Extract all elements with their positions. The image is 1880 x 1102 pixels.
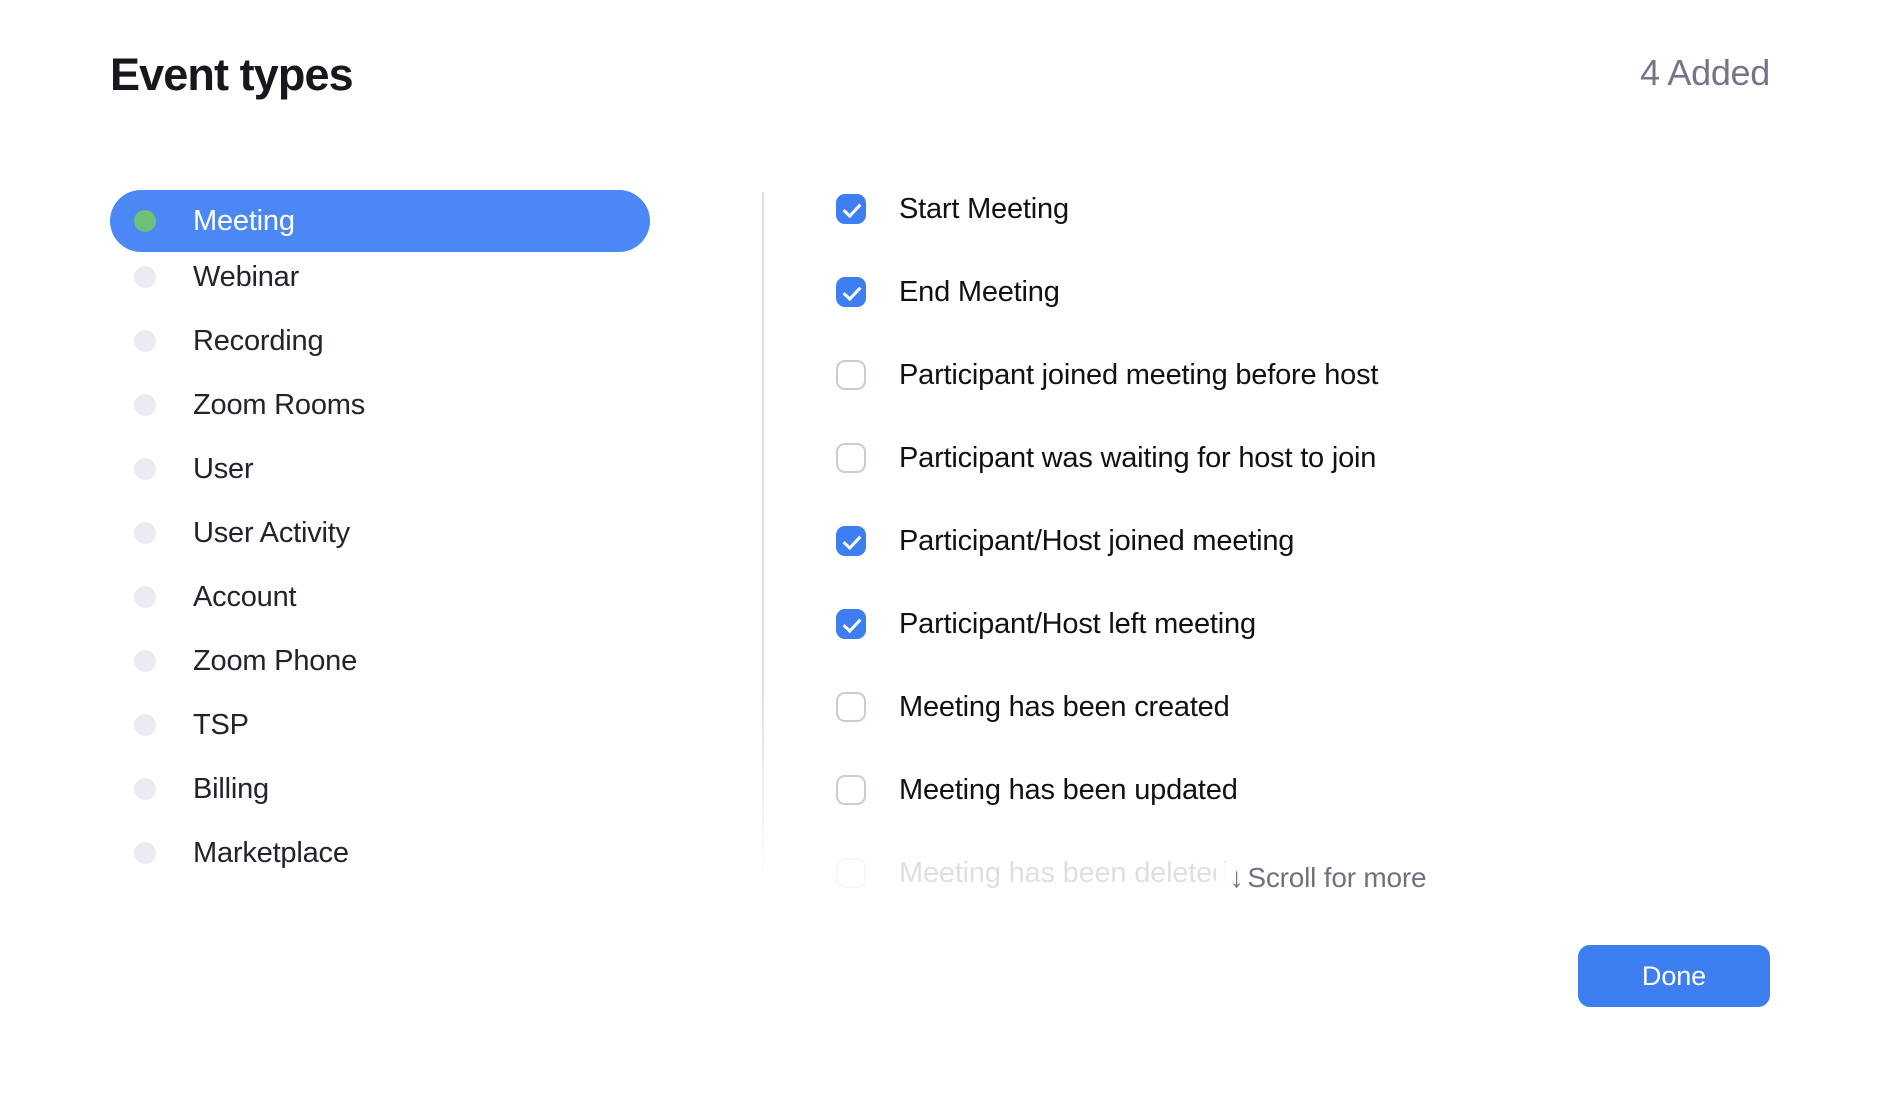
checkbox-unchecked-icon[interactable] <box>836 692 866 722</box>
event-label: Participant joined meeting before host <box>899 358 1379 391</box>
sidebar-item-tsp[interactable]: TSP <box>110 702 650 748</box>
status-dot-icon <box>134 842 156 864</box>
sidebar-item-user-activity[interactable]: User Activity <box>110 510 650 556</box>
event-label: Meeting has been deleted <box>899 856 1228 889</box>
sidebar-item-label: Webinar <box>193 260 300 293</box>
status-dot-icon <box>134 330 156 352</box>
sidebar-item-label: TSP <box>193 708 249 741</box>
sidebar-item-label: Billing <box>193 772 269 805</box>
checkbox-checked-icon[interactable] <box>836 277 866 307</box>
event-checkbox-row[interactable]: Start Meeting <box>836 190 1820 228</box>
sidebar-item-meeting[interactable]: Meeting <box>110 190 650 252</box>
status-dot-icon <box>134 714 156 736</box>
checkbox-checked-icon[interactable] <box>836 194 866 224</box>
sidebar-item-marketplace[interactable]: Marketplace <box>110 830 650 876</box>
event-checkbox-row[interactable]: Participant/Host joined meeting <box>836 522 1820 560</box>
sidebar-item-user[interactable]: User <box>110 446 650 492</box>
sidebar-item-label: Account <box>193 580 297 613</box>
column-divider <box>762 192 764 882</box>
sidebar-item-zoom-phone[interactable]: Zoom Phone <box>110 638 650 684</box>
event-checkbox-list[interactable]: Start Meeting End Meeting Participant join… <box>836 190 1820 910</box>
event-types-body: Meeting Webinar Recording Zoom Rooms User Use… <box>0 190 1880 910</box>
done-button[interactable]: Done <box>1578 945 1770 1007</box>
sidebar-item-label: Zoom Rooms <box>193 388 366 421</box>
event-label: Meeting has been updated <box>899 773 1238 806</box>
checkbox-unchecked-icon[interactable] <box>836 360 866 390</box>
checkbox-unchecked-icon[interactable] <box>836 858 866 888</box>
status-dot-icon <box>134 266 156 288</box>
event-checkbox-row[interactable]: Participant was waiting for host to join <box>836 439 1820 477</box>
status-dot-icon <box>134 394 156 416</box>
status-dot-icon <box>134 586 156 608</box>
sidebar-item-recording[interactable]: Recording <box>110 318 650 364</box>
event-label: Meeting has been created <box>899 690 1230 723</box>
checkbox-checked-icon[interactable] <box>836 526 866 556</box>
sidebar-item-zoom-rooms[interactable]: Zoom Rooms <box>110 382 650 428</box>
sidebar-item-account[interactable]: Account <box>110 574 650 620</box>
status-dot-icon <box>134 650 156 672</box>
event-label: Start Meeting <box>899 192 1069 225</box>
event-checkbox-row[interactable]: Meeting has been created <box>836 688 1820 726</box>
dialog-header: Event types 4 Added <box>0 0 1880 150</box>
checkbox-unchecked-icon[interactable] <box>836 443 866 473</box>
dialog-footer: Done <box>0 917 1880 1102</box>
sidebar-item-label: Meeting <box>193 204 295 237</box>
sidebar-item-label: Recording <box>193 324 324 357</box>
added-count-label: 4 Added <box>1639 52 1770 93</box>
event-checkbox-row[interactable]: Participant joined meeting before host <box>836 356 1820 394</box>
status-dot-icon <box>134 458 156 480</box>
checkbox-checked-icon[interactable] <box>836 609 866 639</box>
category-list: Meeting Webinar Recording Zoom Rooms User Use… <box>110 190 650 894</box>
status-dot-icon <box>134 522 156 544</box>
page-title: Event types <box>110 49 354 100</box>
status-dot-active-icon <box>134 210 156 232</box>
event-label: Participant was waiting for host to join <box>899 441 1377 474</box>
sidebar-item-label: User <box>193 452 254 485</box>
sidebar-item-label: Marketplace <box>193 836 349 869</box>
sidebar-item-label: Zoom Phone <box>193 644 358 677</box>
event-label: End Meeting <box>899 275 1060 308</box>
sidebar-item-billing[interactable]: Billing <box>110 766 650 812</box>
checkbox-unchecked-icon[interactable] <box>836 775 866 805</box>
status-dot-icon <box>134 778 156 800</box>
sidebar-item-webinar[interactable]: Webinar <box>110 254 650 300</box>
event-checkbox-row[interactable]: Meeting has been deleted <box>836 854 1820 892</box>
sidebar-item-label: User Activity <box>193 516 350 549</box>
event-label: Participant/Host joined meeting <box>899 524 1295 557</box>
event-label: Participant/Host left meeting <box>899 607 1256 640</box>
event-checkbox-row[interactable]: End Meeting <box>836 273 1820 311</box>
event-checkbox-row[interactable]: Meeting has been updated <box>836 771 1820 809</box>
event-checkbox-row[interactable]: Participant/Host left meeting <box>836 605 1820 643</box>
